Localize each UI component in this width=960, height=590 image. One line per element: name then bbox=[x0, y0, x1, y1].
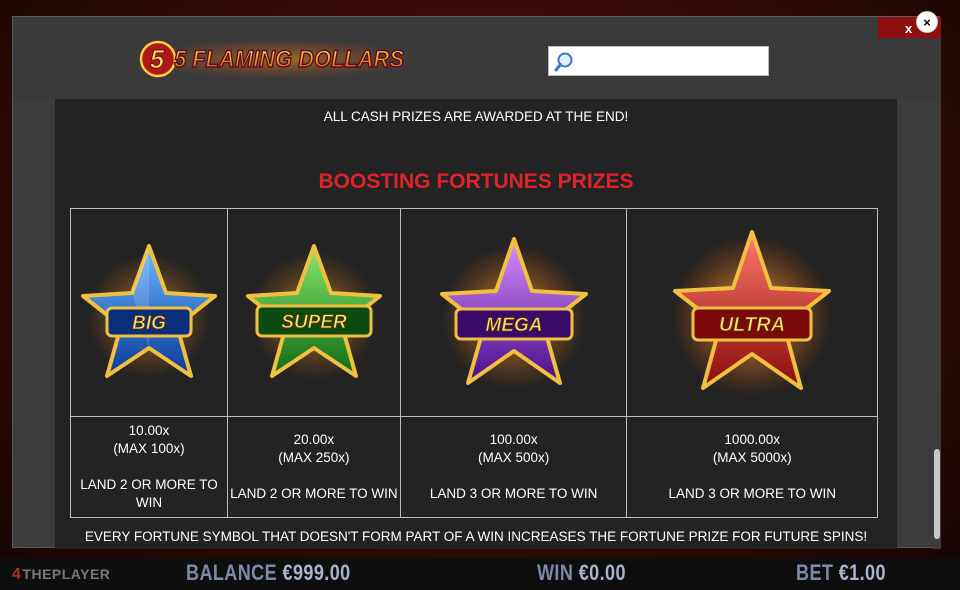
prize-multiplier: 10.00x bbox=[128, 423, 170, 438]
game-status-bar: 4THEPLAYER BALANCE €999.00 WIN €0.00 BET… bbox=[0, 558, 960, 590]
help-modal: 5 5 FLAMING DOLLARS x × ALL CASH PRIZES … bbox=[12, 11, 941, 549]
prize-condition: LAND 2 OR MORE TO WIN bbox=[80, 477, 218, 510]
brand-logo: 4THEPLAYER bbox=[12, 566, 111, 583]
win-display: WIN €0.00 bbox=[537, 560, 626, 585]
svg-text:SUPER: SUPER bbox=[281, 312, 347, 333]
prize-condition: LAND 2 OR MORE TO WIN bbox=[230, 486, 398, 501]
prizes-table: BIG SUPER MEGA ULTRA 10.00x (MAX 100x) L… bbox=[70, 208, 878, 518]
prize-multiplier: 20.00x bbox=[293, 432, 335, 447]
prize-details-row: 10.00x (MAX 100x) LAND 2 OR MORE TO WIN … bbox=[70, 416, 878, 518]
svg-text:MEGA: MEGA bbox=[485, 315, 542, 336]
search-box[interactable] bbox=[548, 46, 769, 76]
star-badge-big-icon: BIG bbox=[80, 243, 217, 378]
prize-max: (MAX 250x) bbox=[278, 450, 350, 465]
game-logo: 5 5 FLAMING DOLLARS bbox=[139, 37, 419, 81]
svg-text:BIG: BIG bbox=[132, 313, 166, 334]
prize-details-big: 10.00x (MAX 100x) LAND 2 OR MORE TO WIN bbox=[70, 416, 228, 518]
prize-multiplier: 100.00x bbox=[489, 432, 538, 447]
search-icon bbox=[554, 51, 574, 73]
prize-max: (MAX 100x) bbox=[113, 441, 185, 456]
search-input[interactable] bbox=[577, 51, 763, 71]
prize-cell-super: SUPER bbox=[226, 208, 401, 417]
scrollbar-thumb[interactable] bbox=[934, 449, 940, 539]
close-label[interactable]: x bbox=[905, 21, 912, 36]
balance-display: BALANCE €999.00 bbox=[186, 560, 351, 585]
logo-text: 5 FLAMING DOLLARS bbox=[174, 46, 404, 73]
prize-condition: LAND 3 OR MORE TO WIN bbox=[429, 486, 598, 501]
prize-cell-mega: MEGA bbox=[399, 208, 628, 417]
content-scrollbar[interactable] bbox=[933, 99, 941, 549]
help-content: ALL CASH PRIZES ARE AWARDED AT THE END! … bbox=[55, 99, 897, 549]
section-title: BOOSTING FORTUNES PRIZES bbox=[318, 170, 634, 193]
prize-max: (MAX 500x) bbox=[477, 450, 550, 465]
star-badge-super-icon: SUPER bbox=[245, 243, 382, 380]
footer-note: EVERY FORTUNE SYMBOL THAT DOESN'T FORM P… bbox=[84, 529, 868, 544]
prize-condition: LAND 3 OR MORE TO WIN bbox=[668, 486, 836, 501]
prize-details-mega: 100.00x (MAX 500x) LAND 3 OR MORE TO WIN bbox=[399, 416, 628, 518]
prize-multiplier: 1000.00x bbox=[724, 432, 780, 447]
svg-text:ULTRA: ULTRA bbox=[719, 314, 785, 336]
prize-cell-big: BIG bbox=[70, 208, 228, 417]
star-badge-mega-icon: MEGA bbox=[439, 236, 588, 389]
prize-cell-ultra: ULTRA bbox=[626, 208, 878, 417]
intro-text: ALL CASH PRIZES ARE AWARDED AT THE END! bbox=[323, 109, 629, 124]
prize-images-row: BIG SUPER MEGA ULTRA bbox=[70, 208, 878, 417]
svg-text:5: 5 bbox=[150, 44, 165, 74]
bet-display: BET €1.00 bbox=[796, 560, 886, 585]
prize-details-super: 20.00x (MAX 250x) LAND 2 OR MORE TO WIN bbox=[226, 416, 401, 518]
prize-max: (MAX 5000x) bbox=[712, 450, 792, 465]
star-badge-ultra-icon: ULTRA bbox=[672, 229, 833, 396]
prize-details-ultra: 1000.00x (MAX 5000x) LAND 3 OR MORE TO W… bbox=[626, 416, 878, 518]
close-button[interactable]: × bbox=[916, 11, 938, 33]
modal-header: 5 5 FLAMING DOLLARS x × bbox=[13, 11, 941, 99]
